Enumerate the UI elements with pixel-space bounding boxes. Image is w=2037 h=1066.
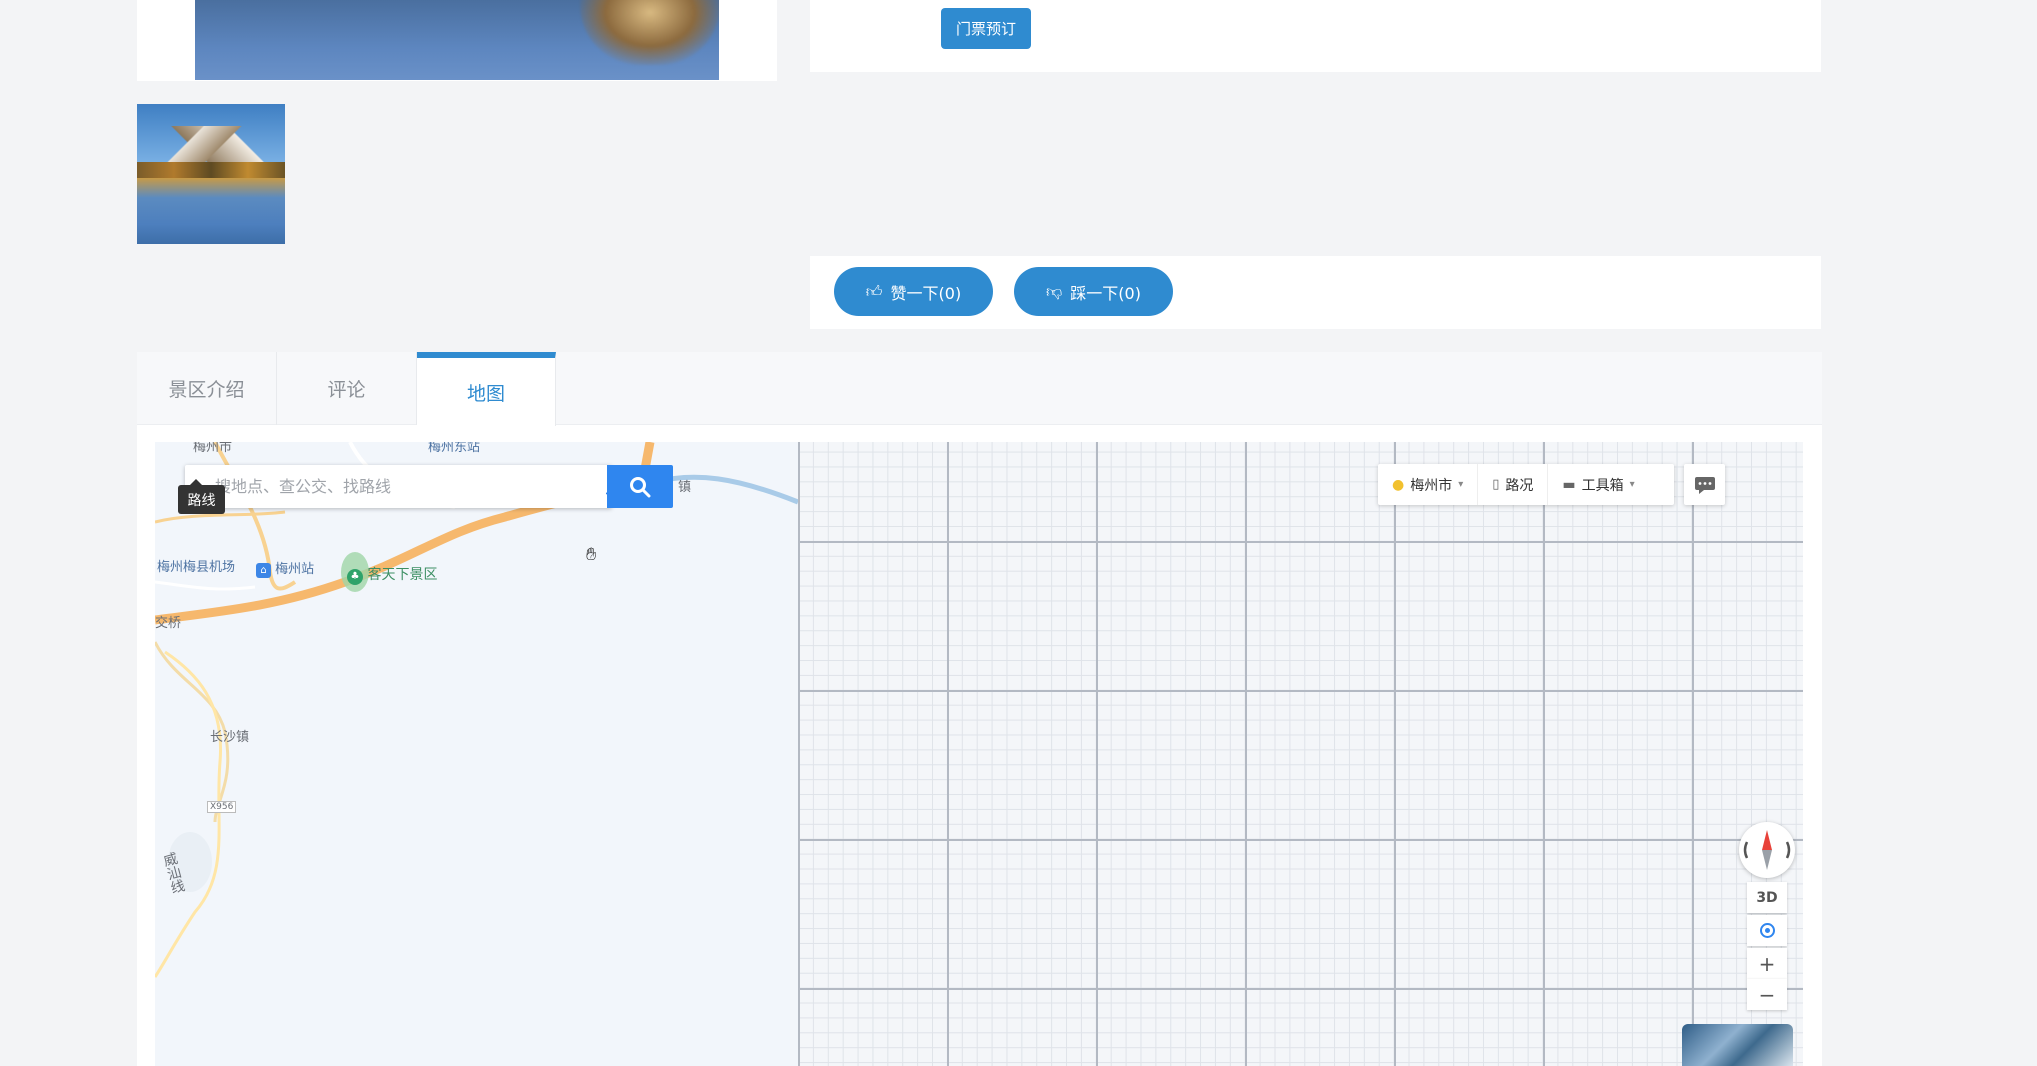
like-button[interactable]: 👍︎ 赞一下(0) xyxy=(834,267,993,316)
locate-button[interactable] xyxy=(1747,915,1787,946)
train-station-icon: ⌂ xyxy=(256,563,271,578)
map-tile-grid[interactable] xyxy=(798,442,1803,1066)
ticket-booking-button[interactable]: 门票预订 xyxy=(941,8,1031,49)
map-roads xyxy=(155,442,798,978)
scenic-thumbnail[interactable] xyxy=(137,104,285,244)
chevron-down-icon: ▾ xyxy=(1458,479,1464,490)
map-label-town-partial: 镇 xyxy=(678,480,692,495)
like-label: 赞一下(0) xyxy=(890,283,962,303)
dislike-label: 踩一下(0) xyxy=(1070,283,1141,303)
map-label-east-station: 梅州东站 xyxy=(428,442,481,455)
map-view[interactable]: 梅州市 梅州东站 梅州梅县机场 ⌂ 梅州站 ♣ 客天下景区 交桥 长沙镇 X95… xyxy=(155,442,1803,1066)
map-label-scenic[interactable]: ♣ 客天下景区 xyxy=(347,564,437,585)
toolbox-menu[interactable]: ▬ 工具箱 ▾ xyxy=(1548,464,1648,505)
map-search-input[interactable] xyxy=(185,465,575,508)
locate-icon xyxy=(1759,923,1775,938)
route-tooltip: 路线 xyxy=(178,479,225,514)
scenic-main-photo xyxy=(195,0,719,80)
thumbs-up-icon: 👍︎ xyxy=(865,281,883,301)
map-label-town: 长沙镇 xyxy=(210,730,250,745)
hand-cursor-icon: ✋︎ xyxy=(586,544,597,565)
dislike-button[interactable]: 👎︎ 踩一下(0) xyxy=(1014,267,1173,316)
gallery-main-frame xyxy=(137,0,777,81)
tab-intro[interactable]: 景区介绍 xyxy=(137,352,277,425)
3d-view-button[interactable]: 3D xyxy=(1747,882,1787,913)
booking-panel: 门票预订 xyxy=(810,0,1821,72)
zoom-in-button[interactable]: + xyxy=(1747,948,1787,979)
map-label-station: ⌂ 梅州站 xyxy=(256,558,314,578)
message-icon xyxy=(1694,476,1715,494)
city-selector[interactable]: ● 梅州市 ▾ xyxy=(1378,464,1479,505)
toolbox-icon: ▬ xyxy=(1562,476,1576,493)
compass-control[interactable] xyxy=(1739,822,1795,878)
map-rendered-area[interactable]: 梅州市 梅州东站 梅州梅县机场 ⌂ 梅州站 ♣ 客天下景区 交桥 长沙镇 X95… xyxy=(155,442,798,1066)
location-pin-icon: ● xyxy=(1392,476,1405,493)
map-label-airport: 梅州梅县机场 xyxy=(157,560,236,575)
map-label-city: 梅州市 xyxy=(193,442,233,455)
tab-map[interactable]: 地图 xyxy=(417,352,556,426)
vote-panel: 👍︎ 赞一下(0) 👎︎ 踩一下(0) xyxy=(810,256,1821,329)
traffic-light-icon: ▯ xyxy=(1492,477,1500,492)
map-label-road-code: X956 xyxy=(207,801,237,813)
map-search-button[interactable] xyxy=(607,465,673,508)
tab-bar: 景区介绍 评论 地图 xyxy=(137,352,1822,426)
feedback-button[interactable] xyxy=(1684,464,1725,505)
map-toolbar: ● 梅州市 ▾ ▯ 路况 ▬ 工具箱 ▾ xyxy=(1378,464,1674,505)
zoom-out-button[interactable]: − xyxy=(1747,979,1787,1010)
street-view-thumbnail[interactable] xyxy=(1682,1024,1793,1066)
chevron-down-icon: ▾ xyxy=(1629,479,1635,490)
traffic-toggle[interactable]: ▯ 路况 xyxy=(1478,464,1549,505)
scenic-spot-icon: ♣ xyxy=(347,569,363,585)
map-search-box: ⮥ xyxy=(185,465,617,508)
compass-icon xyxy=(1743,830,1791,870)
tab-comments[interactable]: 评论 xyxy=(277,352,417,425)
search-icon xyxy=(630,476,651,497)
thumbs-down-icon: 👎︎ xyxy=(1046,281,1063,301)
map-label-bridge: 交桥 xyxy=(155,616,182,631)
